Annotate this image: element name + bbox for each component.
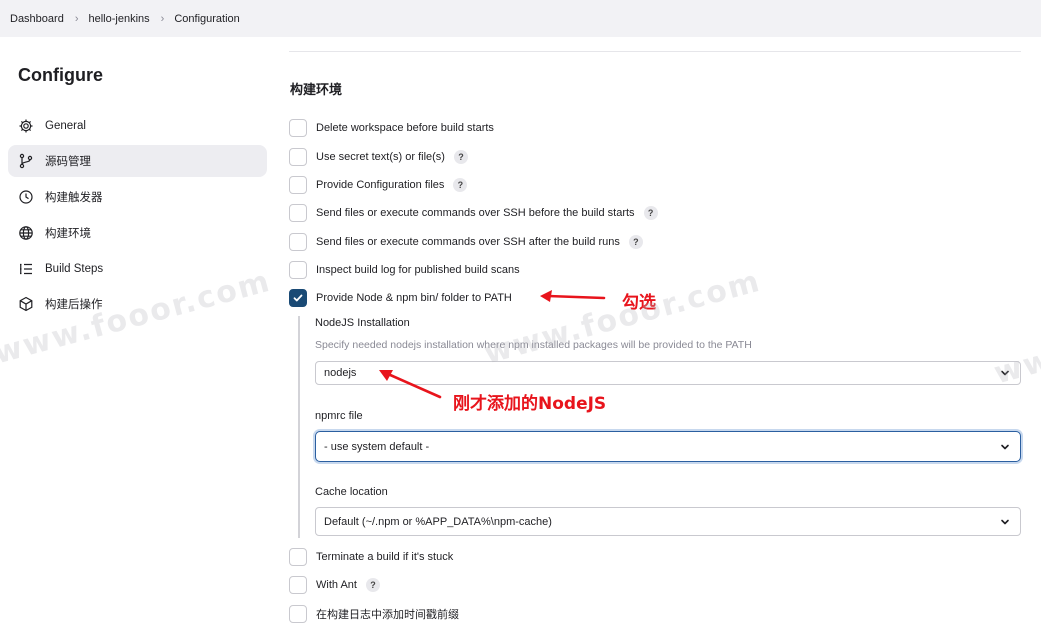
section-divider [289,51,1021,52]
option-label: Delete workspace before build starts [316,122,494,134]
checkbox[interactable] [289,605,307,623]
sidebar-item-build-triggers[interactable]: 构建触发器 [8,181,267,213]
option-provide-node[interactable]: Provide Node & npm bin/ folder to PATH [289,288,512,308]
nested-indent-bar [298,316,300,538]
breadcrumb: Dashboard › hello-jenkins › Configuratio… [0,0,1041,37]
page-title: Configure [18,65,103,85]
sidebar-item-label: General [45,120,86,132]
breadcrumb-dashboard[interactable]: Dashboard [10,13,64,25]
breadcrumb-configuration[interactable]: Configuration [174,13,239,25]
cube-icon [18,296,34,312]
chevron-down-icon [1001,519,1009,524]
option-secret-text[interactable]: Use secret text(s) or file(s) ? [289,147,468,167]
option-timestamps[interactable]: 在构建日志中添加时间戳前缀 [289,604,459,624]
checkbox[interactable] [289,548,307,566]
chevron-down-icon [1001,444,1009,449]
annotation-arrow-icon [540,290,606,302]
select-value: Default (~/.npm or %APP_DATA%\npm-cache) [324,515,552,528]
checkbox[interactable] [289,261,307,279]
option-label: Provide Configuration files [316,179,445,191]
annotation-arrow-icon [379,370,442,399]
select-value: nodejs [324,367,357,379]
option-ssh-after[interactable]: Send files or execute commands over SSH … [289,232,643,252]
watermark: www.fooor.com [480,263,765,372]
option-terminate-stuck[interactable]: Terminate a build if it's stuck [289,547,453,567]
cache-location-select[interactable]: Default (~/.npm or %APP_DATA%\npm-cache) [315,507,1021,536]
nodejs-installation-label: NodeJS Installation [315,317,410,329]
globe-icon [18,225,34,241]
checkmark-icon [293,294,303,302]
npmrc-file-label: npmrc file [315,410,363,422]
npmrc-file-select[interactable]: - use system default - [315,431,1021,462]
checkbox[interactable] [289,233,307,251]
breadcrumb-hello-jenkins[interactable]: hello-jenkins [89,13,150,25]
section-title: 构建环境 [290,82,343,97]
checkbox-checked[interactable] [289,289,307,307]
list-icon [18,261,34,277]
sidebar-item-label: 源码管理 [45,156,91,168]
option-config-files[interactable]: Provide Configuration files ? [289,175,468,195]
select-value: - use system default - [324,440,430,453]
annotation-nodejs-note: 刚才添加的NodeJS [453,394,607,414]
option-with-ant[interactable]: With Ant ? [289,575,380,595]
checkbox[interactable] [289,176,307,194]
checkbox[interactable] [289,119,307,137]
sidebar-item-general[interactable]: General [8,110,267,142]
checkbox[interactable] [289,576,307,594]
option-delete-workspace[interactable]: Delete workspace before build starts [289,118,494,138]
branch-icon [18,153,34,169]
sidebar-item-build-environment[interactable]: 构建环境 [8,217,267,249]
option-label: With Ant [316,579,357,591]
option-label: Send files or execute commands over SSH … [316,236,620,248]
option-label: Inspect build log for published build sc… [316,264,520,276]
help-icon[interactable]: ? [453,150,468,164]
cache-location-label: Cache location [315,486,388,498]
option-label: 在构建日志中添加时间戳前缀 [316,609,459,621]
sidebar-item-label: 构建触发器 [45,192,103,204]
checkbox[interactable] [289,204,307,222]
option-label: Terminate a build if it's stuck [316,551,454,563]
help-icon[interactable]: ? [453,178,468,192]
help-icon[interactable]: ? [643,206,658,220]
option-ssh-before[interactable]: Send files or execute commands over SSH … [289,203,658,223]
breadcrumb-separator-icon: › [74,12,79,25]
breadcrumb-separator-icon: › [160,12,165,25]
option-label: Send files or execute commands over SSH … [316,207,635,219]
help-icon[interactable]: ? [365,578,380,592]
sidebar-item-source-control[interactable]: 源码管理 [8,145,267,177]
sidebar-item-label: 构建环境 [45,228,91,240]
clock-icon [18,189,34,205]
checkbox[interactable] [289,148,307,166]
watermark: www.fooor.com [990,283,1041,392]
sidebar-item-label: Build Steps [45,263,104,275]
help-icon[interactable]: ? [628,235,643,249]
option-label: Provide Node & npm bin/ folder to PATH [316,292,512,304]
option-inspect-build-log[interactable]: Inspect build log for published build sc… [289,260,520,280]
gear-icon [18,118,34,134]
option-label: Use secret text(s) or file(s) [316,151,445,163]
